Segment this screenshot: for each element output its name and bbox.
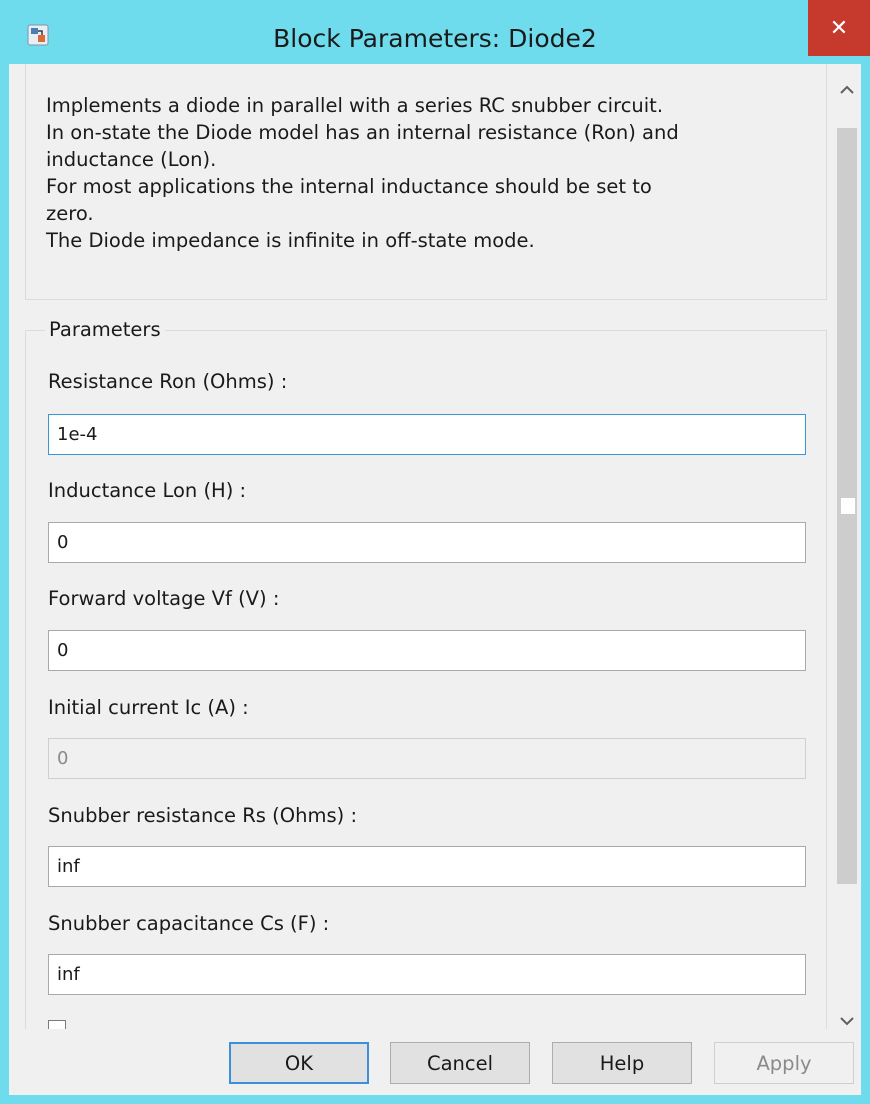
scroll-content: Implements a diode in parallel with a se…	[9, 64, 833, 1029]
resistance-ron-label: Resistance Ron (Ohms) :	[48, 370, 288, 393]
parameters-legend: Parameters	[45, 318, 165, 341]
option-checkbox[interactable]	[48, 1020, 66, 1029]
forward-voltage-input[interactable]	[48, 630, 806, 671]
snubber-resistance-input[interactable]	[48, 846, 806, 887]
snubber-capacitance-input[interactable]	[48, 954, 806, 995]
cancel-button[interactable]: Cancel	[390, 1042, 530, 1084]
inductance-lon-label: Inductance Lon (H) :	[48, 479, 247, 502]
dialog-client-area: Implements a diode in parallel with a se…	[9, 64, 861, 1095]
forward-voltage-label: Forward voltage Vf (V) :	[48, 587, 280, 610]
scroll-up-button[interactable]	[833, 72, 861, 106]
description-text: Implements a diode in parallel with a se…	[46, 94, 679, 252]
snubber-resistance-label: Snubber resistance Rs (Ohms) :	[48, 804, 358, 827]
close-button[interactable]: ✕	[808, 0, 870, 56]
apply-button: Apply	[714, 1042, 854, 1084]
scroll-down-button[interactable]	[833, 1004, 861, 1038]
resistance-ron-input[interactable]	[48, 414, 806, 455]
chevron-up-icon	[840, 85, 854, 94]
dialog-window: Block Parameters: Diode2 ✕ Implements a …	[0, 0, 870, 1104]
vertical-scrollbar[interactable]	[833, 64, 861, 1044]
help-button[interactable]: Help	[552, 1042, 692, 1084]
initial-current-input	[48, 738, 806, 779]
close-icon: ✕	[829, 15, 849, 41]
scroll-position-marker	[841, 498, 855, 514]
title-bar[interactable]: Block Parameters: Diode2 ✕	[0, 0, 870, 64]
snubber-capacitance-label: Snubber capacitance Cs (F) :	[48, 912, 330, 935]
initial-current-label: Initial current Ic (A) :	[48, 696, 249, 719]
inductance-lon-input[interactable]	[48, 522, 806, 563]
chevron-down-icon	[840, 1016, 854, 1025]
ok-button[interactable]: OK	[229, 1042, 369, 1084]
